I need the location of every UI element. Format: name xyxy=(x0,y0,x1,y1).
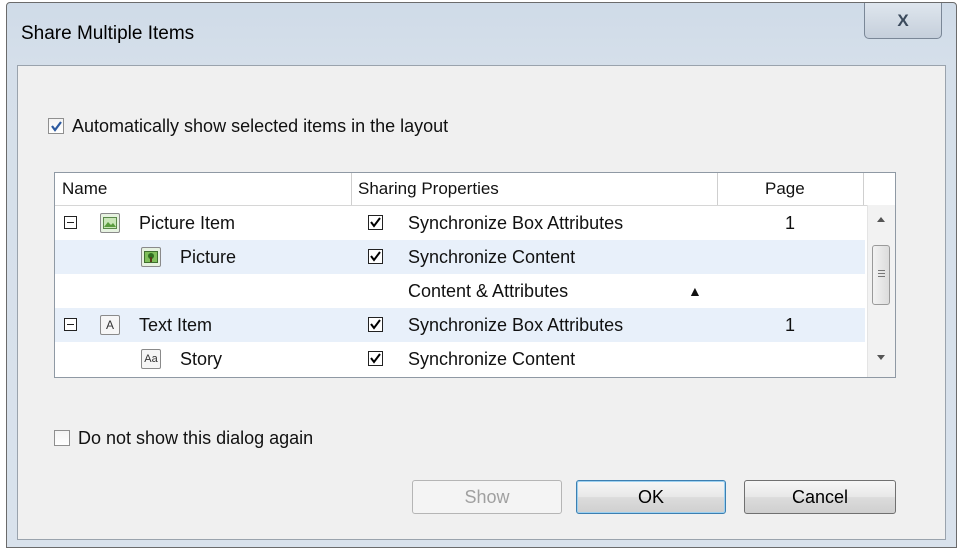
row-name: Story xyxy=(180,349,223,369)
dialog-body: Automatically show selected items in the… xyxy=(17,65,946,540)
scroll-up-icon[interactable] xyxy=(877,217,885,222)
checkmark-icon xyxy=(51,121,62,132)
page-number: 1 xyxy=(785,213,796,233)
checkmark-icon xyxy=(370,353,381,364)
dialog-title: Share Multiple Items xyxy=(21,23,195,44)
table-row-text-item[interactable]: A Text Item Synchronize Box Attributes 1 xyxy=(55,308,865,342)
sync-checkbox[interactable] xyxy=(368,215,383,230)
table-row-sync-option[interactable]: Content & Attributes ▲ xyxy=(55,274,865,308)
table-row-picture[interactable]: Picture Synchronize Content xyxy=(55,240,865,274)
sync-checkbox[interactable] xyxy=(368,351,383,366)
column-divider[interactable] xyxy=(351,173,352,205)
page-number: 1 xyxy=(785,315,796,335)
cancel-button[interactable]: Cancel xyxy=(744,480,896,514)
picture-item-icon xyxy=(100,213,120,233)
column-divider[interactable] xyxy=(717,173,718,205)
column-header-name[interactable]: Name xyxy=(62,173,107,205)
sync-option-dropdown[interactable]: Content & Attributes xyxy=(408,274,568,308)
sync-checkbox[interactable] xyxy=(368,249,383,264)
column-header-page[interactable]: Page xyxy=(765,173,805,205)
sharing-property: Synchronize Box Attributes xyxy=(408,315,624,335)
checkmark-icon xyxy=(370,251,381,262)
sharing-property: Synchronize Content xyxy=(408,247,576,267)
share-multiple-items-dialog: Share Multiple Items X Automatically sho… xyxy=(6,2,957,548)
sharing-property: Synchronize Box Attributes xyxy=(408,213,624,233)
story-icon: Aa xyxy=(141,349,161,369)
auto-show-checkbox[interactable] xyxy=(48,118,64,134)
row-name: Picture Item xyxy=(139,213,236,233)
dont-show-again-checkbox[interactable] xyxy=(54,430,70,446)
column-header-sharing[interactable]: Sharing Properties xyxy=(358,173,499,205)
ok-button[interactable]: OK xyxy=(576,480,726,514)
auto-show-label: Automatically show selected items in the… xyxy=(72,116,449,136)
scroll-thumb[interactable] xyxy=(872,245,890,305)
collapse-toggle[interactable] xyxy=(64,216,77,229)
row-name: Text Item xyxy=(139,315,213,335)
sync-checkbox[interactable] xyxy=(368,317,383,332)
dropdown-updown-icon[interactable]: ▲ xyxy=(688,274,702,308)
collapse-toggle[interactable] xyxy=(64,318,77,331)
scroll-down-icon[interactable] xyxy=(877,355,885,360)
title-bar: Share Multiple Items X xyxy=(7,3,956,65)
shared-items-table: Name Sharing Properties Page Picture Ite… xyxy=(54,172,896,378)
picture-icon xyxy=(141,247,161,267)
row-name: Picture xyxy=(180,247,237,267)
text-item-icon: A xyxy=(100,315,120,335)
table-row-story[interactable]: Aa Story Synchronize Content xyxy=(55,342,865,376)
dont-show-again-label: Do not show this dialog again xyxy=(78,428,314,448)
column-divider[interactable] xyxy=(863,173,864,205)
close-icon: X xyxy=(897,10,909,30)
checkmark-icon xyxy=(370,319,381,330)
vertical-scrollbar[interactable] xyxy=(867,205,895,377)
table-row-picture-item[interactable]: Picture Item Synchronize Box Attributes … xyxy=(55,206,865,240)
sharing-property: Synchronize Content xyxy=(408,349,576,369)
checkmark-icon xyxy=(370,217,381,228)
close-button[interactable]: X xyxy=(864,3,942,39)
show-button[interactable]: Show xyxy=(412,480,562,514)
table-header: Name Sharing Properties Page xyxy=(55,173,895,206)
